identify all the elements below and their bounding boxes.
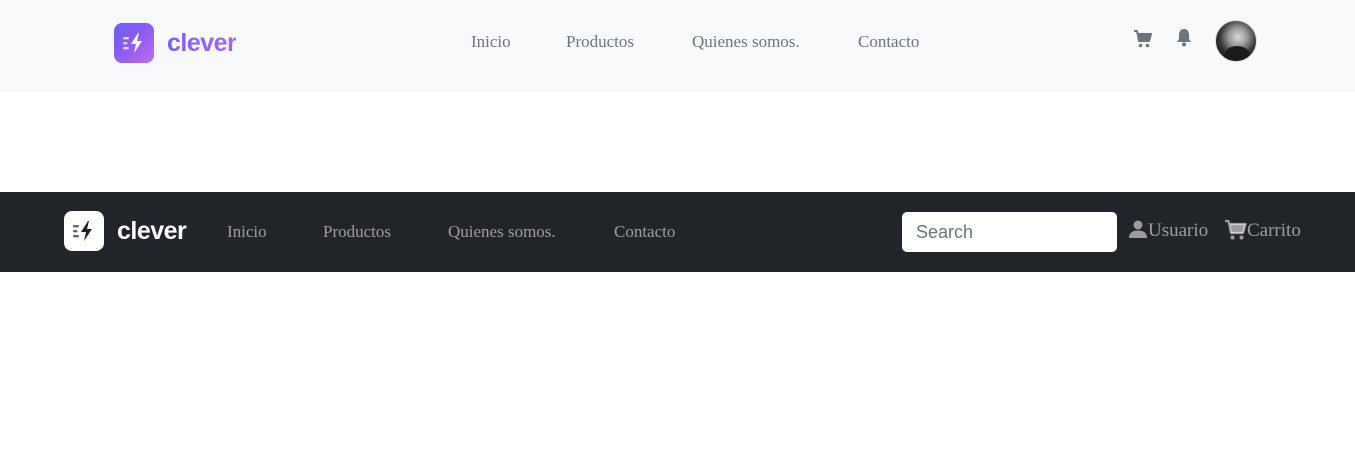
user-link-label: Usuario: [1148, 220, 1209, 241]
cart-icon[interactable]: [1133, 29, 1153, 49]
navbar-light: clever Inicio Productos Quienes somos. C…: [0, 0, 1355, 92]
nav-link-inicio[interactable]: Inicio: [227, 221, 323, 243]
nav-links: Inicio Productos Quienes somos. Contacto: [471, 31, 919, 53]
user-avatar[interactable]: [1215, 20, 1257, 62]
user-icon: [1128, 219, 1148, 239]
nav-icons: [1133, 20, 1257, 62]
nav-link-contacto[interactable]: Contacto: [858, 31, 919, 53]
bolt-icon: [64, 211, 104, 251]
user-link[interactable]: Usuario: [1128, 219, 1208, 243]
navbar-dark: clever Inicio Productos Quienes somos. C…: [0, 192, 1355, 272]
nav-link-productos[interactable]: Productos: [566, 31, 692, 53]
nav-link-inicio[interactable]: Inicio: [471, 31, 566, 53]
nav-links: Inicio Productos Quienes somos. Contacto: [227, 221, 675, 243]
bell-icon[interactable]: [1175, 28, 1193, 48]
brand-link[interactable]: clever: [114, 23, 237, 63]
nav-link-quienes-somos[interactable]: Quienes somos.: [448, 221, 614, 243]
brand-name: clever: [167, 28, 237, 57]
bolt-icon: [114, 23, 154, 63]
search-input[interactable]: [902, 212, 1117, 252]
cart-link-label: Carrito: [1247, 220, 1301, 241]
nav-link-productos[interactable]: Productos: [323, 221, 448, 243]
nav-link-contacto[interactable]: Contacto: [614, 221, 675, 243]
cart-icon: [1224, 219, 1247, 241]
cart-link[interactable]: Carrito: [1224, 219, 1301, 243]
nav-link-quienes-somos[interactable]: Quienes somos.: [692, 31, 858, 53]
brand-link[interactable]: clever: [64, 211, 187, 251]
brand-name: clever: [117, 216, 187, 245]
